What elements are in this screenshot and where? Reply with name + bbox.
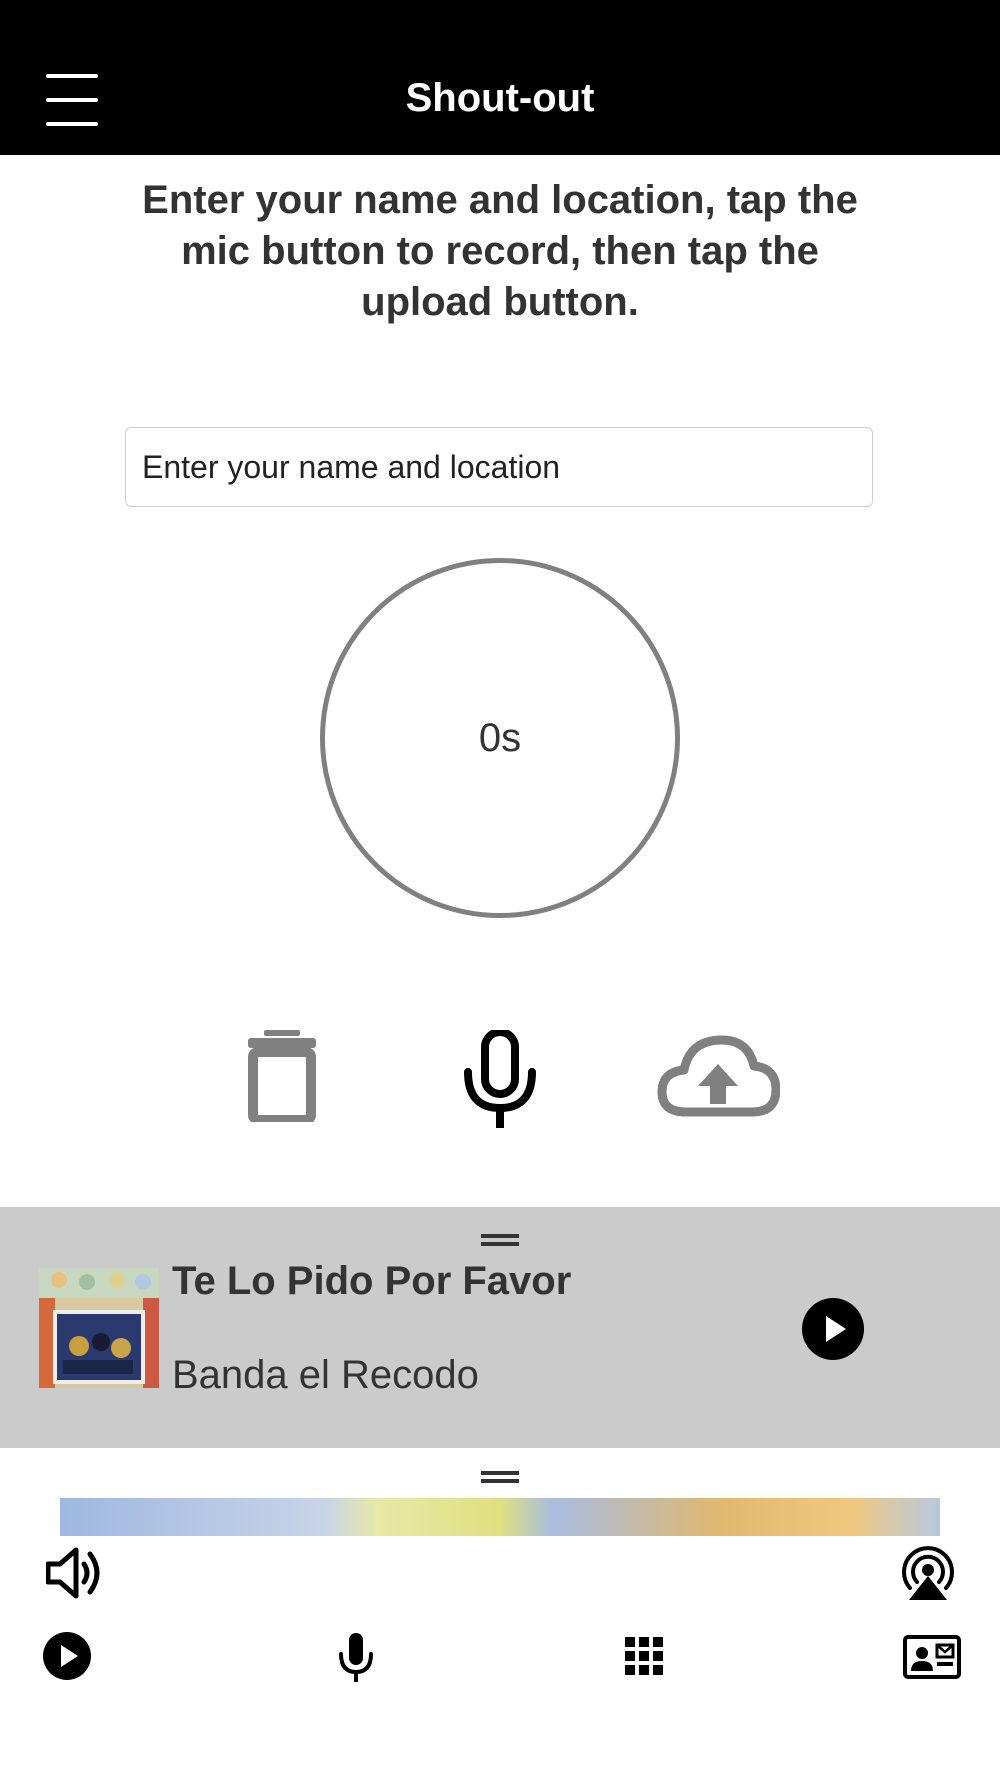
recording-timer-text: 0s xyxy=(478,715,522,760)
play-icon xyxy=(43,1632,91,1680)
page-title: Shout-out xyxy=(405,76,595,120)
volume-icon xyxy=(45,1547,100,1599)
contact-card-icon xyxy=(903,1635,961,1679)
now-playing-bar[interactable]: Te Lo Pido Por Favor Banda el Recodo xyxy=(0,1207,1000,1448)
microphone-icon xyxy=(339,1633,373,1682)
album-art xyxy=(39,1268,159,1388)
airplay-button[interactable] xyxy=(897,1544,959,1602)
tab-contact[interactable] xyxy=(903,1635,961,1679)
cloud-upload-icon xyxy=(657,1035,781,1117)
volume-button[interactable] xyxy=(45,1546,104,1600)
top-navigation-bar: Shout-out xyxy=(0,0,1000,155)
upload-button[interactable] xyxy=(656,1034,781,1118)
grid-icon xyxy=(625,1637,663,1675)
record-button[interactable] xyxy=(462,1028,538,1128)
microphone-icon xyxy=(464,1028,536,1128)
airplay-icon xyxy=(902,1546,954,1600)
tab-shout-out[interactable] xyxy=(338,1632,374,1682)
tab-play[interactable] xyxy=(43,1632,91,1680)
song-title: Te Lo Pido Por Favor xyxy=(172,1259,572,1303)
now-playing-play-button[interactable] xyxy=(802,1298,864,1360)
play-icon xyxy=(826,1316,846,1342)
tab-grid[interactable] xyxy=(625,1637,663,1675)
trash-icon xyxy=(248,1030,316,1125)
song-artist: Banda el Recodo xyxy=(172,1353,479,1397)
instructions-text: Enter your name and location, tap the mi… xyxy=(142,178,858,324)
recording-timer-circle: 0s xyxy=(320,558,680,918)
delete-button[interactable] xyxy=(246,1030,318,1125)
drag-handle[interactable] xyxy=(481,1234,519,1246)
name-location-input[interactable] xyxy=(125,427,873,507)
drag-handle[interactable] xyxy=(481,1471,519,1483)
banner-image xyxy=(60,1498,940,1536)
